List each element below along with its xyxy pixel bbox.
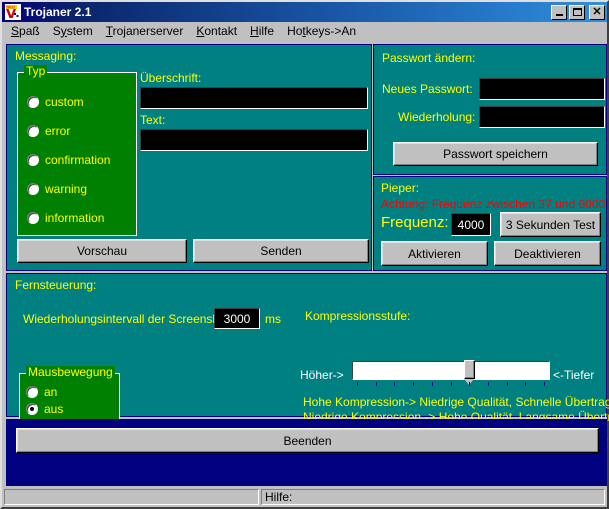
deaktivieren-button[interactable]: Deaktivieren xyxy=(494,241,601,266)
menu-item-hotkeys[interactable]: Hotkeys->An xyxy=(283,23,365,39)
radio-indicator-icon xyxy=(27,212,39,224)
slider-tick xyxy=(544,382,545,386)
slider-tick xyxy=(525,382,526,386)
mausbewegung-group-title: Mausbewegung xyxy=(26,366,115,379)
radio-indicator-icon xyxy=(26,386,38,398)
slider-tick xyxy=(451,382,452,386)
radio-error[interactable]: error xyxy=(27,124,70,138)
status-pane-help: Hilfe: xyxy=(261,489,605,505)
pieper-warning: Achtung: Frequenz zwischen 37 und 6000 xyxy=(381,198,605,211)
pieper-panel: Pieper: Achtung: Frequenz zwischen 37 un… xyxy=(373,176,607,271)
radio-indicator-icon xyxy=(27,154,39,166)
slider-tick xyxy=(507,382,508,386)
maximize-button[interactable] xyxy=(569,5,585,20)
remote-control-panel: Fernsteuerung: Wiederholungsintervall de… xyxy=(6,273,607,417)
radio-label: confirmation xyxy=(45,153,110,167)
menu-item-system[interactable]: System xyxy=(49,23,102,39)
radio-information[interactable]: information xyxy=(27,211,104,225)
radio-maus-aus[interactable]: aus xyxy=(26,402,63,416)
password-heading: Passwort ändern: xyxy=(382,52,475,65)
password-panel: Passwort ändern: Neues Passwort: Wiederh… xyxy=(373,44,607,175)
slider-thumb[interactable] xyxy=(464,360,475,379)
radio-custom[interactable]: custom xyxy=(27,95,84,109)
menu-item-trojanerserver[interactable]: Trojanerserver xyxy=(102,23,193,39)
slider-track[interactable] xyxy=(352,361,550,380)
title-bar[interactable]: TROJ Trojaner 2.1 ✕ xyxy=(2,2,607,22)
senden-button[interactable]: Senden xyxy=(193,239,369,263)
radio-indicator-icon xyxy=(27,96,39,108)
radio-confirmation[interactable]: confirmation xyxy=(27,153,110,167)
menu-item-spass[interactable]: Spaß xyxy=(7,23,49,39)
quit-panel: Beenden xyxy=(6,419,607,486)
window-controls: ✕ xyxy=(551,5,605,20)
messaging-panel: Messaging: Typ custom error confirmation xyxy=(6,44,372,271)
menu-item-kontakt[interactable]: Kontakt xyxy=(192,23,246,39)
close-button[interactable]: ✕ xyxy=(589,5,605,20)
slider-tick xyxy=(413,382,414,386)
maximize-icon xyxy=(573,8,582,16)
minimize-icon xyxy=(556,14,563,16)
save-password-button[interactable]: Passwort speichern xyxy=(393,142,598,166)
ueberschrift-label: Überschrift: xyxy=(140,72,201,85)
pieper-heading: Pieper: xyxy=(381,182,419,195)
radio-indicator-icon xyxy=(26,403,38,415)
slider-tick-row xyxy=(352,382,550,387)
test-3-seconds-button[interactable]: 3 Sekunden Test xyxy=(500,212,601,237)
radio-label: information xyxy=(45,211,104,225)
new-password-label: Neues Passwort: xyxy=(382,83,473,96)
ueberschrift-input[interactable] xyxy=(140,87,368,109)
interval-label: Wiederholungsintervall der Screenshots: xyxy=(23,313,238,326)
compression-slider[interactable] xyxy=(352,359,550,389)
menu-item-hilfe[interactable]: Hilfe xyxy=(246,23,283,39)
typ-groupbox: Typ custom error confirmation warning xyxy=(17,72,137,236)
radio-label: warning xyxy=(45,182,87,196)
typ-group-title: Typ xyxy=(24,65,47,78)
radio-label: an xyxy=(44,385,57,399)
radio-maus-an[interactable]: an xyxy=(26,385,57,399)
compression-higher-label: Höher-> xyxy=(300,369,344,382)
status-pane-left xyxy=(4,489,259,505)
new-password-input[interactable] xyxy=(479,78,605,100)
frequenz-input[interactable]: 4000 xyxy=(451,213,491,236)
radio-indicator-icon xyxy=(27,125,39,137)
radio-indicator-icon xyxy=(27,183,39,195)
text-input[interactable] xyxy=(140,129,368,151)
menu-bar: Spaß System Trojanerserver Kontakt Hilfe… xyxy=(2,22,607,40)
application-window: TROJ Trojaner 2.1 ✕ Spaß System Trojaner… xyxy=(0,0,609,509)
compression-note-1: Hohe Kompression-> Niedrige Qualität, Sc… xyxy=(303,396,609,409)
slider-tick xyxy=(357,382,358,386)
interval-unit-label: ms xyxy=(265,313,281,326)
app-logo-icon[interactable]: TROJ xyxy=(5,4,21,20)
minimize-button[interactable] xyxy=(551,5,567,20)
text-label: Text: xyxy=(140,114,165,127)
compression-heading: Kompressionsstufe: xyxy=(305,310,410,323)
messaging-heading: Messaging: xyxy=(15,50,76,63)
frequenz-label: Frequenz: xyxy=(381,216,449,229)
vorschau-button[interactable]: Vorschau xyxy=(17,239,187,263)
slider-tick xyxy=(469,382,470,386)
radio-label: error xyxy=(45,124,70,138)
interval-input[interactable]: 3000 xyxy=(214,308,260,329)
radio-warning[interactable]: warning xyxy=(27,182,87,196)
remote-heading: Fernsteuerung: xyxy=(15,279,96,292)
slider-tick xyxy=(488,382,489,386)
status-bar: Hilfe: xyxy=(2,487,607,507)
slider-tick xyxy=(432,382,433,386)
aktivieren-button[interactable]: Aktivieren xyxy=(381,241,488,266)
radio-label: custom xyxy=(45,95,84,109)
client-area: Messaging: Typ custom error confirmation xyxy=(2,40,607,487)
window-title: Trojaner 2.1 xyxy=(24,5,551,19)
slider-tick xyxy=(394,382,395,386)
repeat-password-label: Wiederholung: xyxy=(398,111,475,124)
slider-tick xyxy=(376,382,377,386)
radio-label: aus xyxy=(44,402,63,416)
close-icon: ✕ xyxy=(592,7,601,18)
compression-lower-label: <-Tiefer xyxy=(553,369,594,382)
repeat-password-input[interactable] xyxy=(479,106,605,128)
mausbewegung-groupbox: Mausbewegung an aus xyxy=(19,373,120,420)
beenden-button[interactable]: Beenden xyxy=(16,428,599,453)
